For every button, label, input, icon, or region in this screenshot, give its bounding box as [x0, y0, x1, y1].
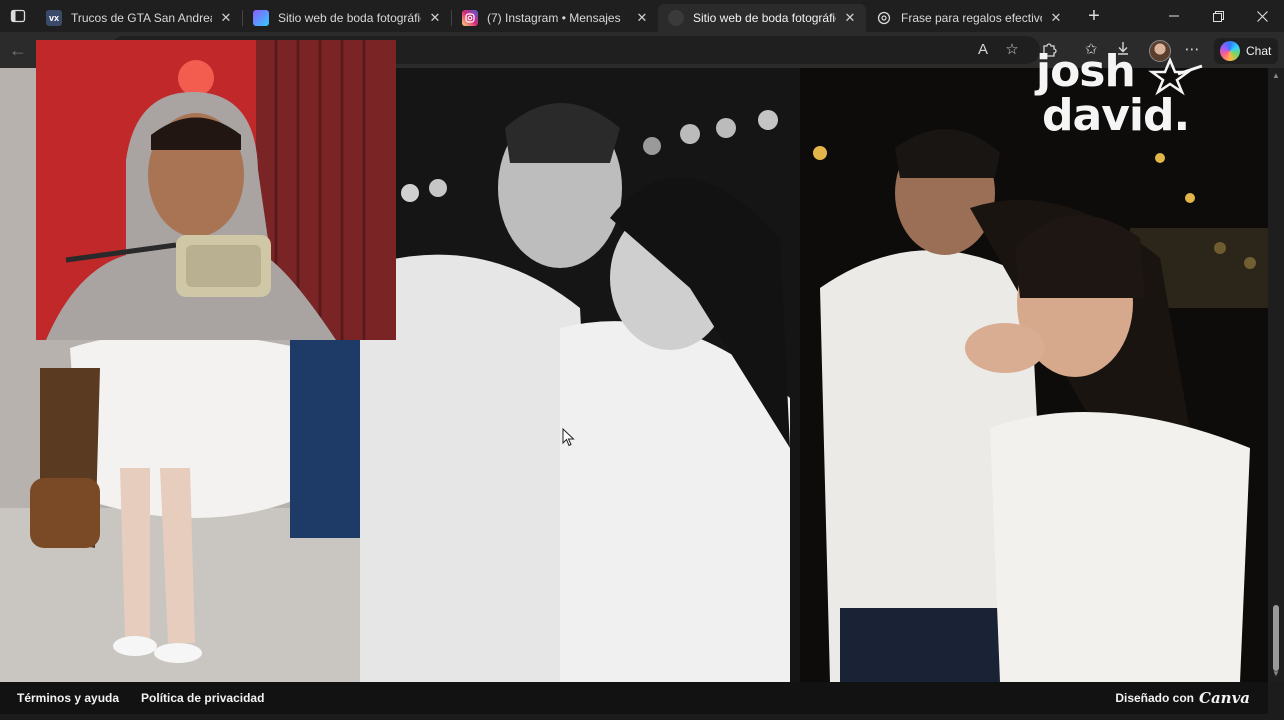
privacy-link[interactable]: Política de privacidad	[141, 691, 264, 705]
close-icon[interactable]: ✕	[1048, 10, 1064, 26]
loading-favicon-icon	[668, 10, 684, 26]
made-with-canva-badge[interactable]: Diseñado con Canva	[1115, 682, 1250, 714]
photo-couple-kiss	[360, 68, 800, 682]
tab-title: Sitio web de boda fotográfico	[278, 11, 421, 25]
read-aloud-icon: A	[977, 41, 988, 58]
page-scrollbar[interactable]: ▲ ▼	[1268, 68, 1284, 682]
openai-favicon-icon	[876, 10, 892, 26]
tab-strip: vx Trucos de GTA San Andreas pa ✕ Sitio …	[0, 0, 1284, 32]
window-controls	[1152, 0, 1284, 32]
tab-gta-tricks[interactable]: vx Trucos de GTA San Andreas pa ✕	[36, 4, 242, 32]
tab-instagram-messages[interactable]: (7) Instagram • Mensajes ✕	[452, 4, 658, 32]
close-icon[interactable]: ✕	[842, 10, 858, 26]
terms-link[interactable]: Términos y ayuda	[17, 691, 119, 705]
tab-actions-icon	[10, 9, 26, 23]
close-icon[interactable]: ✕	[427, 10, 443, 26]
back-button[interactable]: ←	[8, 40, 28, 60]
read-aloud-button[interactable]: A	[973, 40, 993, 60]
tab-title: Frase para regalos efectivos	[901, 11, 1042, 25]
tab-actions-button[interactable]	[0, 0, 36, 32]
plus-icon: +	[1088, 4, 1100, 27]
chat-label: Chat	[1246, 44, 1272, 58]
instagram-favicon-icon	[462, 10, 478, 26]
gta-site-favicon-icon: vx	[46, 10, 62, 26]
photo-couple-color	[800, 68, 1268, 682]
scroll-up-arrow-icon[interactable]: ▲	[1272, 72, 1280, 80]
brand-logo-line1: josh	[1036, 46, 1136, 97]
close-window-button[interactable]	[1240, 0, 1284, 32]
scrollbar-thumb[interactable]	[1273, 605, 1279, 671]
canva-logo: Canva	[1199, 689, 1250, 707]
tab-gift-phrases[interactable]: Frase para regalos efectivos ✕	[866, 4, 1072, 32]
restore-button[interactable]	[1196, 0, 1240, 32]
tab-wedding-site-1[interactable]: Sitio web de boda fotográfico ✕	[243, 4, 451, 32]
minimize-button[interactable]	[1152, 0, 1196, 32]
canva-favicon-icon	[253, 10, 269, 26]
favorite-star-button[interactable]: ☆	[1002, 40, 1022, 60]
window-bottom-edge	[0, 714, 1284, 720]
tab-title: (7) Instagram • Mensajes	[487, 11, 621, 25]
minimize-icon	[1169, 15, 1179, 17]
scroll-down-arrow-icon[interactable]: ▼	[1272, 670, 1280, 678]
new-tab-button[interactable]: +	[1078, 2, 1110, 30]
mouse-cursor-icon	[562, 428, 575, 447]
close-icon[interactable]: ✕	[634, 10, 650, 26]
site-footer: Términos y ayuda Política de privacidad …	[0, 682, 1268, 714]
webcam-overlay	[36, 40, 396, 340]
brand-logo-line2: david.	[1042, 90, 1190, 141]
close-icon[interactable]: ✕	[218, 10, 234, 26]
star-icon: ☆	[1005, 41, 1019, 58]
made-with-label: Diseñado con	[1115, 691, 1194, 705]
tab-title: Sitio web de boda fotográfico	[693, 11, 836, 25]
close-window-icon	[1256, 10, 1268, 22]
arrow-left-icon: ←	[9, 40, 27, 60]
star-logo-icon	[1148, 56, 1203, 96]
tab-wedding-site-active[interactable]: Sitio web de boda fotográfico ✕	[658, 4, 866, 32]
tab-title: Trucos de GTA San Andreas pa	[71, 11, 212, 25]
restore-icon	[1212, 10, 1224, 22]
brand-logo: josh david.	[1036, 50, 1236, 138]
